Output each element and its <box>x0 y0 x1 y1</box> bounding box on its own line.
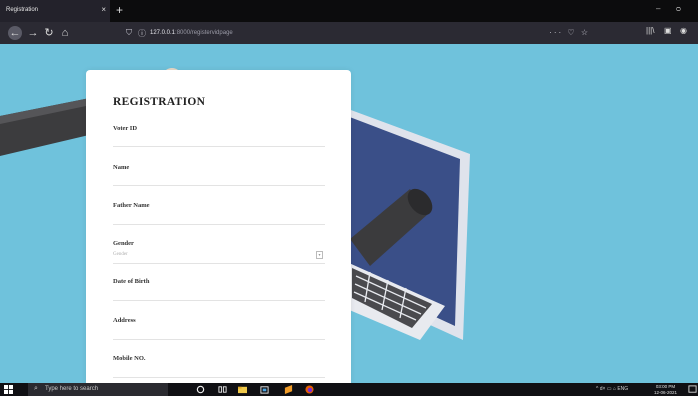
voter-id-label: Voter ID <box>113 125 138 132</box>
restore-button[interactable]: ᴑ <box>676 4 681 13</box>
cortana-icon[interactable] <box>196 385 205 394</box>
father-name-field[interactable]: Father Name <box>113 202 325 225</box>
voter-id-underline <box>113 146 325 147</box>
mobile-field[interactable]: Mobile NO. <box>113 355 325 378</box>
close-tab-icon[interactable]: × <box>101 5 106 14</box>
father-name-label: Father Name <box>113 202 150 209</box>
name-label: Name <box>113 164 130 171</box>
reload-icon[interactable]: ↻ <box>42 26 56 40</box>
tab-bar: Registration × + – ᴑ <box>0 0 698 22</box>
father-name-underline <box>113 224 325 225</box>
tab-title: Registration <box>6 7 39 13</box>
address-label: Address <box>113 317 136 324</box>
shield-icon[interactable]: ⛉ <box>126 28 132 38</box>
home-icon[interactable]: ⌂ <box>58 26 72 40</box>
page-viewport: REGISTRATION Voter ID Name Father Name G… <box>0 44 698 383</box>
dob-field[interactable]: Date of Birth <box>113 278 325 301</box>
minimize-button[interactable]: – <box>656 4 660 13</box>
form-title: REGISTRATION <box>113 96 206 108</box>
taskbar-search[interactable]: ⌕ Type here to search <box>28 383 168 396</box>
registration-card: REGISTRATION Voter ID Name Father Name G… <box>86 70 351 383</box>
windows-start-icon[interactable] <box>4 385 13 394</box>
name-underline <box>113 185 325 186</box>
search-placeholder: Type here to search <box>45 386 99 392</box>
name-field[interactable]: Name <box>113 164 325 186</box>
taskbar: ⌕ Type here to search ^ d× ▭ ⌂ ENG 03:00… <box>0 383 698 396</box>
page-actions[interactable]: ··· ♡ ☆ <box>549 28 590 37</box>
info-icon[interactable]: ⓘ <box>138 28 146 39</box>
mobile-underline <box>113 377 325 378</box>
url-host: 127.0.0.1 <box>150 30 176 36</box>
address-bar[interactable]: ⛉ ⓘ 127.0.0.1:8000/registervidpage ··· ♡… <box>120 25 598 41</box>
gender-underline <box>113 263 325 264</box>
dob-underline <box>113 300 325 301</box>
forward-arrow-icon[interactable]: → <box>26 26 40 40</box>
address-underline <box>113 339 325 340</box>
browser-tab[interactable]: Registration × <box>0 0 110 22</box>
task-view-icon[interactable] <box>218 385 227 394</box>
sidebar-icon[interactable]: ▣ <box>664 26 672 35</box>
clock[interactable]: 03:00 PM 12-06-2021 <box>654 384 677 395</box>
library-icon[interactable]: |||\ <box>646 26 654 35</box>
clock-time: 03:00 PM <box>655 384 676 389</box>
new-tab-button[interactable]: + <box>116 3 123 17</box>
firefox-icon[interactable] <box>305 385 314 394</box>
gender-label: Gender <box>113 240 134 247</box>
back-arrow-icon[interactable]: ← <box>8 26 22 40</box>
file-explorer-icon[interactable] <box>238 385 247 394</box>
url-path: :8000/registervidpage <box>175 30 233 36</box>
address-field[interactable]: Address <box>113 317 325 340</box>
clock-date: 12-06-2021 <box>654 389 678 395</box>
gender-field[interactable]: Gender Gender ▾ <box>113 240 325 264</box>
navigation-bar: ← → ↻ ⌂ ⛉ ⓘ 127.0.0.1:8000/registervidpa… <box>0 22 698 44</box>
account-icon[interactable]: ◉ <box>680 26 687 35</box>
store-icon[interactable] <box>260 385 269 394</box>
dob-label: Date of Birth <box>113 278 150 285</box>
search-icon: ⌕ <box>34 385 38 392</box>
notification-icon[interactable] <box>688 385 697 394</box>
sublime-text-icon[interactable] <box>284 385 293 394</box>
mobile-label: Mobile NO. <box>113 355 146 362</box>
chevron-down-icon[interactable]: ▾ <box>316 251 323 259</box>
url-text[interactable]: 127.0.0.1:8000/registervidpage <box>150 30 233 36</box>
voter-id-field[interactable]: Voter ID <box>113 125 325 147</box>
gender-select[interactable]: Gender <box>113 252 128 257</box>
system-tray[interactable]: ^ d× ▭ ⌂ ENG <box>596 386 628 392</box>
